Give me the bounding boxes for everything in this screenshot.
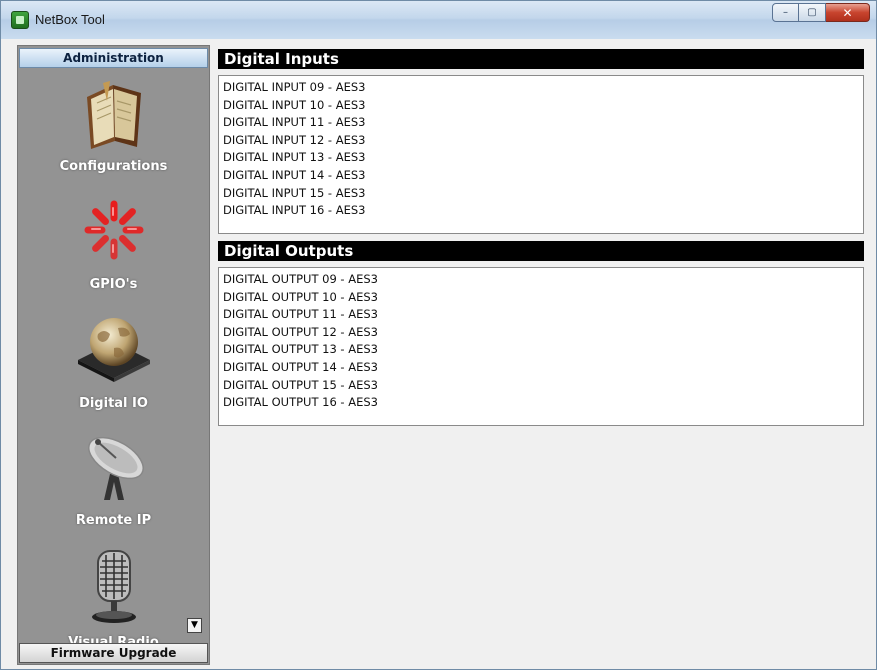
- sidebar-item-configurations[interactable]: Configurations: [18, 76, 209, 186]
- list-item[interactable]: DIGITAL INPUT 14 - AES3: [223, 167, 859, 185]
- list-item[interactable]: DIGITAL OUTPUT 11 - AES3: [223, 306, 859, 324]
- digital-outputs-list[interactable]: DIGITAL OUTPUT 09 - AES3 DIGITAL OUTPUT …: [218, 267, 864, 426]
- digital-outputs-title: Digital Outputs: [218, 241, 864, 261]
- digital-inputs-title: Digital Inputs: [218, 49, 864, 69]
- sidebar-item-label: Remote IP: [75, 513, 152, 528]
- globe-icon: [77, 318, 150, 382]
- list-item[interactable]: DIGITAL OUTPUT 10 - AES3: [223, 289, 859, 307]
- sidebar-item-remote-ip[interactable]: Remote IP: [18, 426, 209, 536]
- sidebar-header-administration[interactable]: Administration: [19, 48, 208, 68]
- list-item[interactable]: DIGITAL INPUT 13 - AES3: [223, 149, 859, 167]
- list-item[interactable]: DIGITAL INPUT 11 - AES3: [223, 114, 859, 132]
- list-item[interactable]: DIGITAL INPUT 12 - AES3: [223, 132, 859, 150]
- app-window: NetBox Tool – ▢ ✕ Administration Configu…: [0, 0, 877, 670]
- satellite-dish-icon: [87, 436, 144, 500]
- sidebar-item-digital-io[interactable]: Digital IO: [18, 308, 209, 418]
- list-item[interactable]: DIGITAL INPUT 16 - AES3: [223, 202, 859, 220]
- list-item[interactable]: DIGITAL OUTPUT 09 - AES3: [223, 271, 859, 289]
- digital-inputs-list[interactable]: DIGITAL INPUT 09 - AES3 DIGITAL INPUT 10…: [218, 75, 864, 234]
- minimize-button[interactable]: –: [772, 3, 799, 22]
- window-title: NetBox Tool: [35, 12, 105, 27]
- sidebar-footer-firmware-upgrade[interactable]: Firmware Upgrade: [19, 643, 208, 663]
- sidebar-item-label: Digital IO: [79, 396, 148, 411]
- microphone-icon: [91, 550, 136, 623]
- window-controls: – ▢ ✕: [772, 3, 870, 22]
- maximize-button[interactable]: ▢: [799, 3, 826, 22]
- list-item[interactable]: DIGITAL OUTPUT 14 - AES3: [223, 359, 859, 377]
- sidebar-item-label: GPIO's: [89, 277, 138, 292]
- list-item[interactable]: DIGITAL INPUT 10 - AES3: [223, 97, 859, 115]
- title-bar: NetBox Tool – ▢ ✕: [1, 1, 876, 39]
- sidebar: Administration Configurations GPIO's Dig…: [17, 45, 210, 665]
- sidebar-item-label: Configurations: [59, 159, 168, 174]
- sidebar-item-visual-radio[interactable]: Visual Radio: [18, 543, 209, 653]
- sidebar-scroll-down-button[interactable]: ▼: [187, 618, 202, 633]
- spinner-icon: [84, 200, 143, 260]
- close-button[interactable]: ✕: [826, 3, 870, 22]
- list-item[interactable]: DIGITAL OUTPUT 13 - AES3: [223, 341, 859, 359]
- app-icon: [11, 11, 29, 29]
- list-item[interactable]: DIGITAL OUTPUT 15 - AES3: [223, 377, 859, 395]
- sidebar-item-gpios[interactable]: GPIO's: [18, 191, 209, 301]
- list-item[interactable]: DIGITAL OUTPUT 12 - AES3: [223, 324, 859, 342]
- book-icon: [86, 81, 141, 149]
- list-item[interactable]: DIGITAL OUTPUT 16 - AES3: [223, 394, 859, 412]
- list-item[interactable]: DIGITAL INPUT 09 - AES3: [223, 79, 859, 97]
- list-item[interactable]: DIGITAL INPUT 15 - AES3: [223, 185, 859, 203]
